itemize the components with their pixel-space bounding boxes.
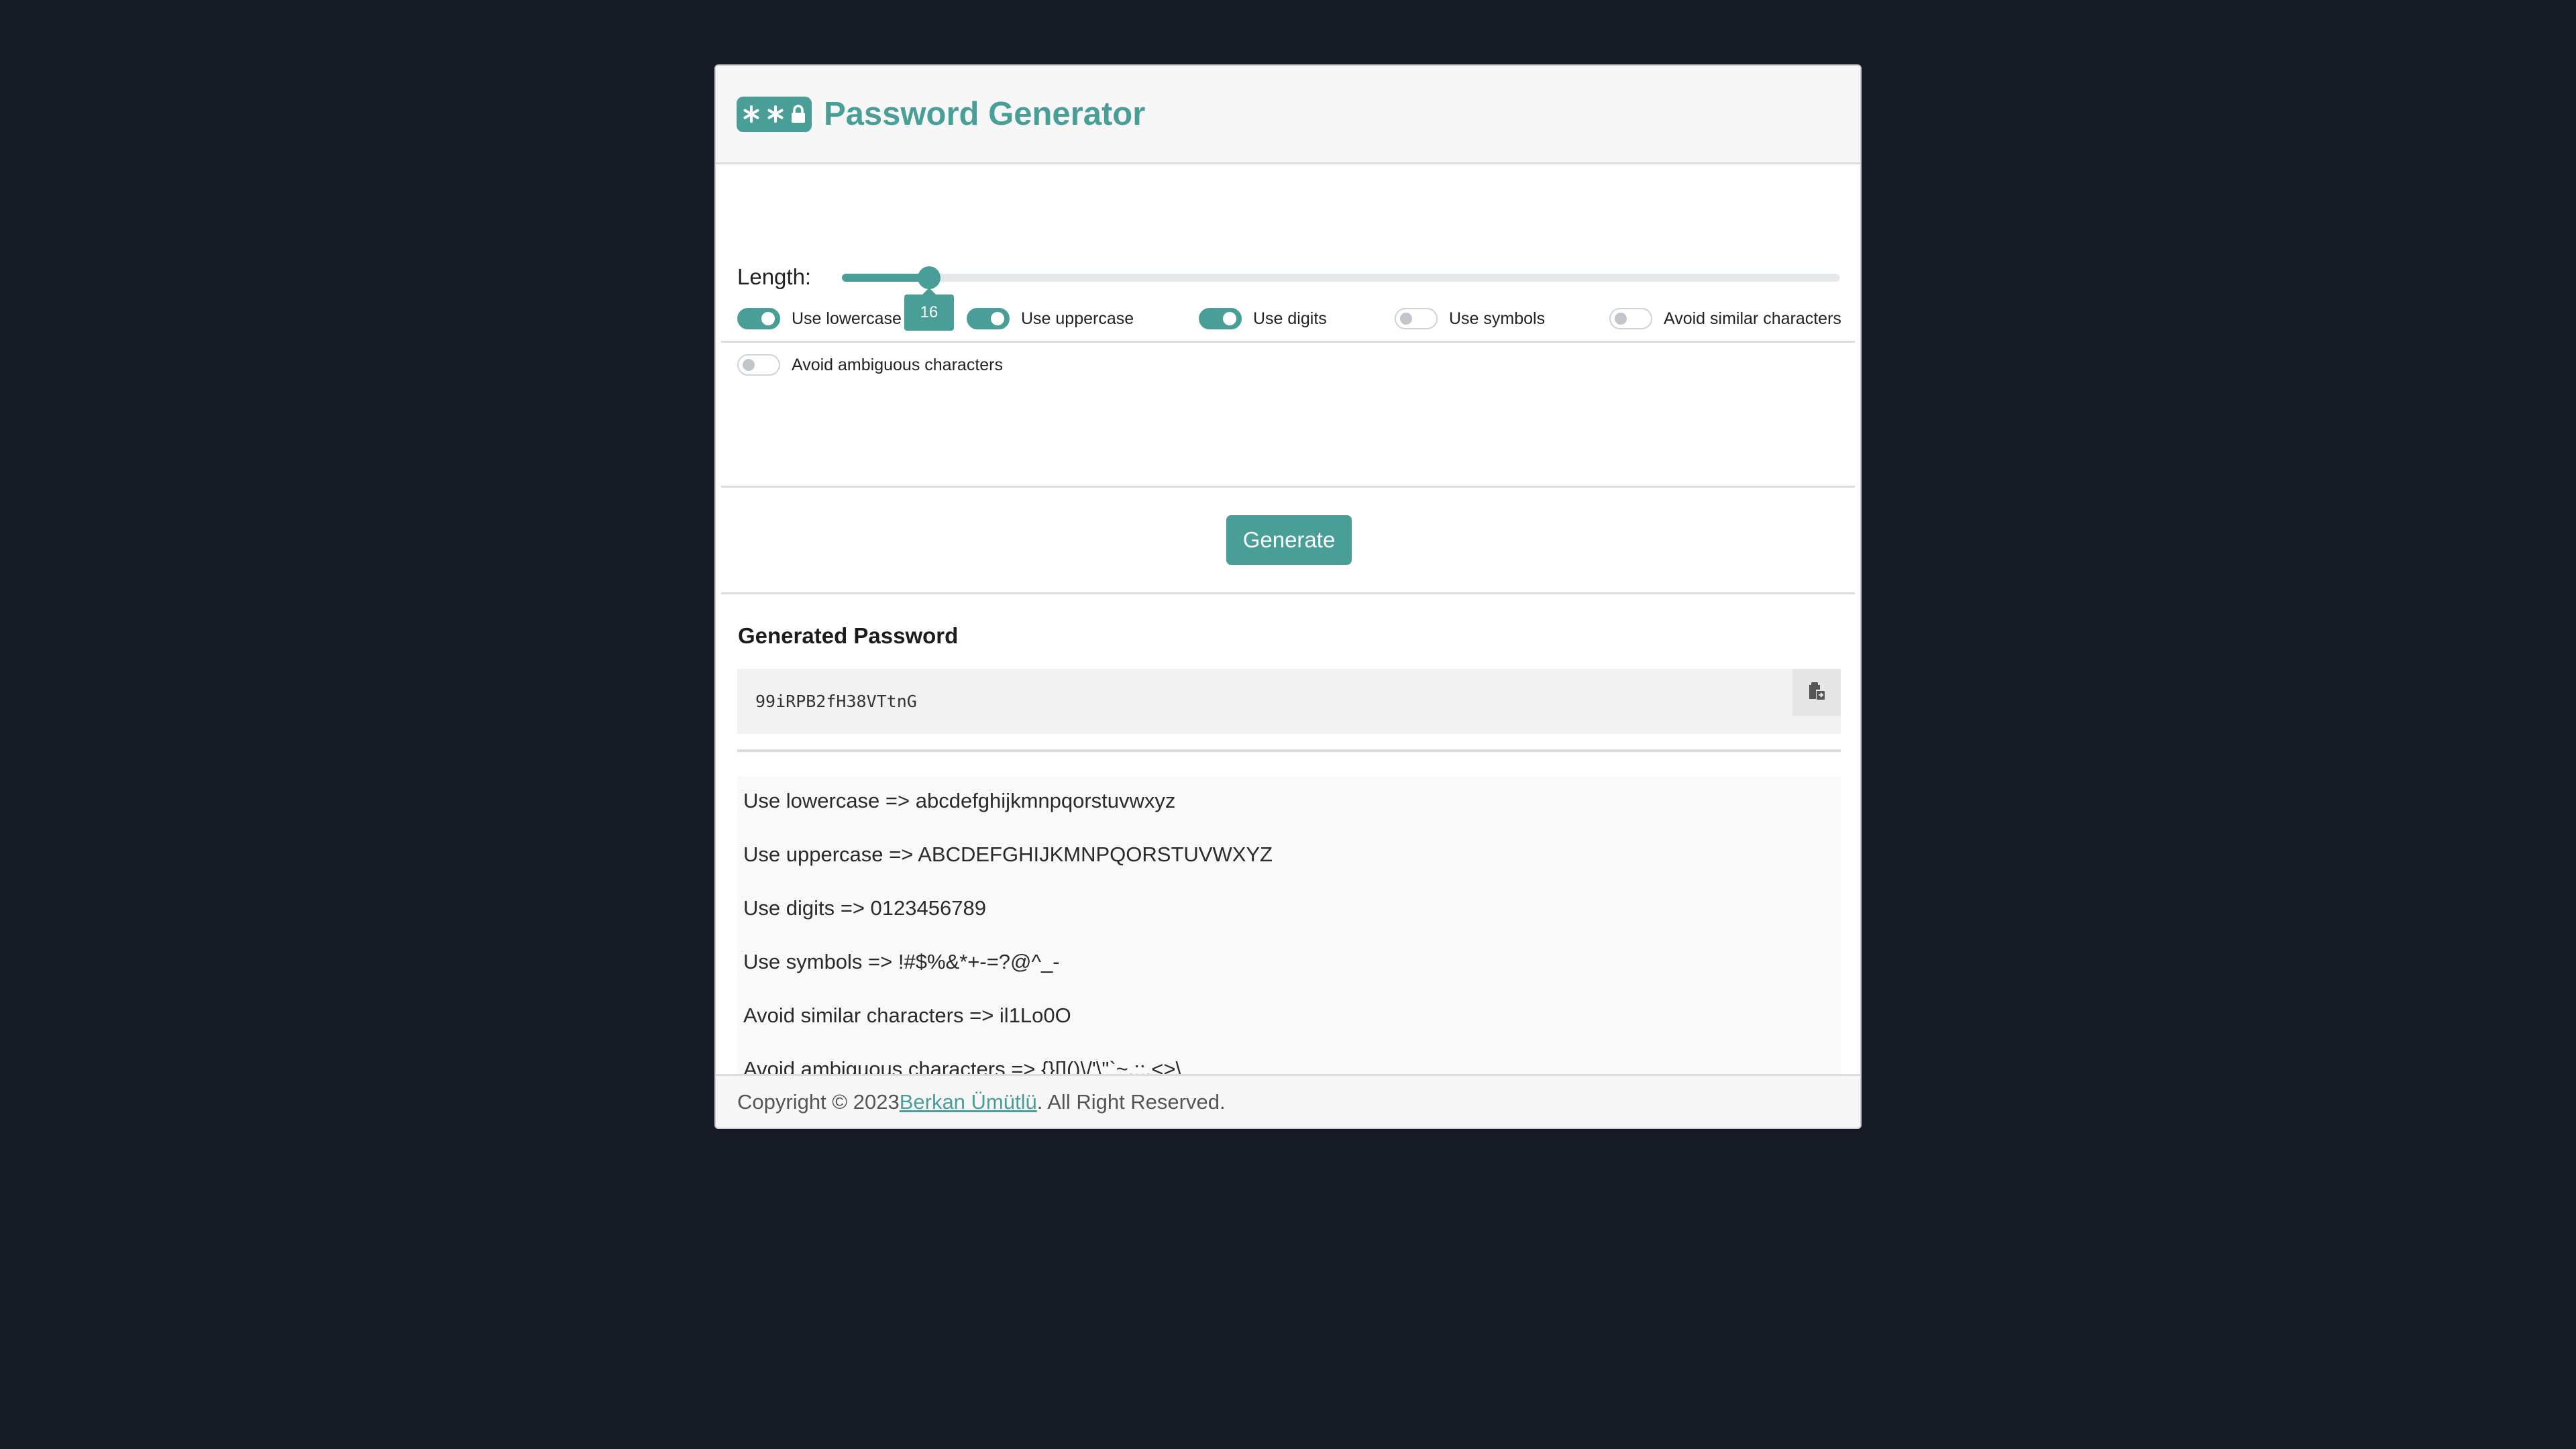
- toggle-use-symbols[interactable]: [1395, 308, 1438, 329]
- toggle-knob: [743, 359, 755, 371]
- option-use-symbols[interactable]: Use symbols: [1395, 308, 1545, 329]
- length-label: Length:: [737, 264, 812, 289]
- option-label: Avoid ambiguous characters: [792, 355, 1003, 374]
- length-slider-thumb[interactable]: [917, 266, 941, 289]
- author-link[interactable]: Berkan Ümütlü: [900, 1090, 1037, 1114]
- length-value-tooltip: 16: [904, 288, 954, 331]
- option-use-lowercase[interactable]: Use lowercase: [737, 308, 902, 329]
- generated-password-heading: Generated Password: [738, 623, 959, 648]
- toggle-avoid-ambiguous[interactable]: [737, 354, 780, 376]
- divider: [737, 749, 1841, 752]
- toggle-knob: [1400, 313, 1412, 325]
- app-header: Password Generator: [716, 66, 1860, 164]
- option-use-digits[interactable]: Use digits: [1199, 308, 1327, 329]
- copy-button[interactable]: [1792, 669, 1841, 716]
- charset-line: Use digits => 0123456789: [743, 896, 986, 920]
- option-label: Avoid similar characters: [1664, 309, 1841, 328]
- footer: Copyright © 2023 Berkan Ümütlü. All Righ…: [716, 1074, 1860, 1128]
- toggle-use-uppercase[interactable]: [967, 308, 1010, 329]
- option-label: Use uppercase: [1021, 309, 1134, 328]
- toggle-use-lowercase[interactable]: [737, 308, 780, 329]
- copyright-prefix: Copyright © 2023: [737, 1089, 900, 1114]
- option-label: Use symbols: [1449, 309, 1546, 328]
- length-slider-fill: [842, 274, 929, 282]
- toggle-knob: [1223, 312, 1236, 325]
- toggle-knob: [991, 312, 1004, 325]
- toggle-avoid-similar[interactable]: [1609, 308, 1652, 329]
- charset-line: Use symbols => !#$%&*+-=?@^_-: [743, 950, 1060, 973]
- charset-line: Use uppercase => ABCDEFGHIJKMNPQORSTUVWX…: [743, 843, 1273, 866]
- option-avoid-similar[interactable]: Avoid similar characters: [1609, 308, 1841, 329]
- toggle-knob: [761, 312, 775, 325]
- option-label: Use lowercase: [792, 309, 902, 328]
- charset-info: Use lowercase => abcdefghijkmnpqorstuvwx…: [737, 777, 1841, 1089]
- generate-button[interactable]: Generate: [1226, 515, 1352, 565]
- clipboard-copy-icon: [1809, 682, 1825, 700]
- option-avoid-ambiguous[interactable]: Avoid ambiguous characters: [737, 354, 1003, 376]
- option-label: Use digits: [1253, 309, 1327, 328]
- divider: [721, 341, 1855, 343]
- copyright-suffix: . All Right Reserved.: [1036, 1089, 1226, 1114]
- password-output: 99iRPB2fH38VTtnG: [737, 669, 1841, 734]
- password-lock-icon: [737, 96, 812, 132]
- password-text[interactable]: 99iRPB2fH38VTtnG: [755, 692, 917, 711]
- app-title: Password Generator: [824, 96, 1146, 132]
- option-use-uppercase[interactable]: Use uppercase: [967, 308, 1134, 329]
- toggle-knob: [1615, 313, 1627, 325]
- length-slider[interactable]: [842, 274, 1840, 282]
- charset-line: Use lowercase => abcdefghijkmnpqorstuvwx…: [743, 789, 1176, 812]
- divider: [721, 592, 1855, 594]
- divider: [721, 486, 1855, 488]
- generator-card: Password Generator Length: 16 Use lowerc…: [714, 64, 1862, 1129]
- toggle-use-digits[interactable]: [1199, 308, 1242, 329]
- charset-line: Avoid similar characters => il1Lo0O: [743, 1004, 1071, 1027]
